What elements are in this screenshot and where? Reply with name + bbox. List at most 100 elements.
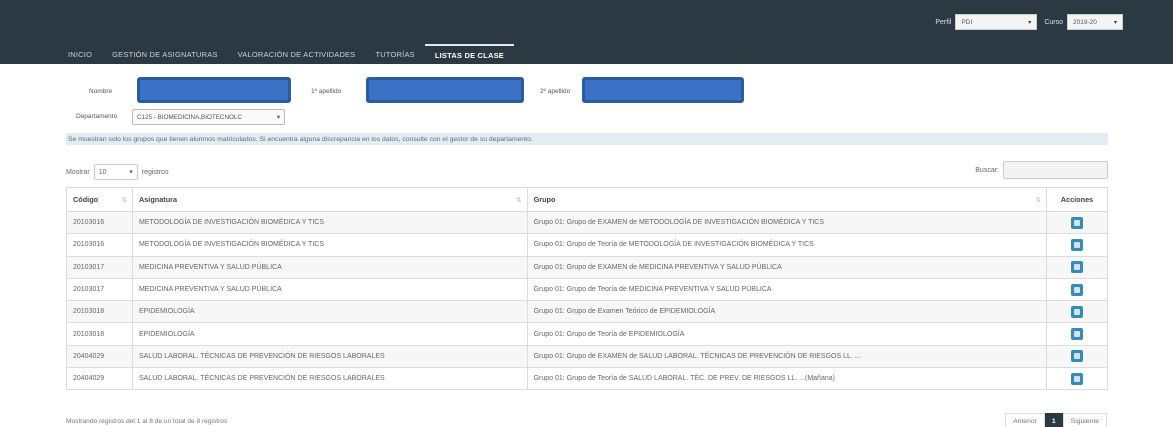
page-length-control: Mostrar 10 ▾ registros bbox=[66, 164, 169, 180]
list-icon[interactable] bbox=[1071, 328, 1083, 341]
cell-acciones bbox=[1046, 300, 1108, 324]
list-icon[interactable] bbox=[1071, 283, 1083, 296]
column-header-label: Código bbox=[73, 195, 99, 204]
sort-icon: ⇅ bbox=[121, 197, 127, 204]
page-length-select[interactable]: 10 ▾ bbox=[93, 164, 138, 180]
chevron-down-icon: ▾ bbox=[1028, 19, 1032, 26]
table-row: 20103016 METODOLOGÍA DE INVESTIGACIÓN BI… bbox=[66, 233, 1108, 257]
search-label: Buscar: bbox=[975, 166, 999, 174]
cell-grupo: Grupo 01: Grupo de Teoría de METODOLOGÍA… bbox=[526, 233, 1048, 257]
apellido2-input[interactable] bbox=[583, 78, 743, 102]
list-icon[interactable] bbox=[1071, 372, 1083, 385]
curso-label: Curso bbox=[1044, 18, 1063, 26]
cell-acciones bbox=[1046, 233, 1108, 257]
cell-grupo: Grupo 01: Grupo de Examen Teórico de EPI… bbox=[526, 300, 1048, 324]
cell-grupo: Grupo 01: Grupo de EXAMEN de METODOLOGÍA… bbox=[526, 210, 1048, 235]
tab-gestion-asignaturas[interactable]: GESTIÓN DE ASIGNATURAS bbox=[102, 44, 228, 64]
cell-codigo: 20103017 bbox=[66, 255, 133, 279]
mostrar-label: Mostrar bbox=[66, 168, 90, 176]
cell-codigo: 20103018 bbox=[66, 300, 133, 324]
cell-acciones bbox=[1046, 367, 1108, 391]
apellido2-label: 2º apellido bbox=[540, 88, 571, 95]
cell-asignatura: MEDICINA PREVENTIVA Y SALUD PÚBLICA bbox=[131, 255, 528, 279]
table-header-row: Código ⇅ Asignatura ⇅ Grupo ⇅ Acciones bbox=[66, 187, 1108, 212]
departamento-label: Departamento bbox=[76, 113, 118, 120]
cell-grupo: Grupo 01: Grupo de Teoría de SALUD LABOR… bbox=[526, 367, 1048, 391]
table-row: 20103017 MEDICINA PREVENTIVA Y SALUD PÚB… bbox=[66, 255, 1108, 279]
main-nav: INICIO GESTIÓN DE ASIGNATURAS VALORACIÓN… bbox=[58, 44, 514, 64]
cell-grupo: Grupo 01: Grupo de EXAMEN de MEDICINA PR… bbox=[526, 255, 1048, 279]
cell-codigo: 20404029 bbox=[66, 367, 133, 391]
cell-asignatura: METODOLOGÍA DE INVESTIGACIÓN BIOMÉDICA Y… bbox=[131, 210, 528, 235]
cell-asignatura: EPIDEMIOLOGÍA bbox=[131, 322, 528, 346]
pagination: Anterior 1 Siguiente bbox=[1005, 413, 1107, 427]
class-list-table: Código ⇅ Asignatura ⇅ Grupo ⇅ Acciones 2010… bbox=[66, 187, 1108, 391]
apellido1-input[interactable] bbox=[367, 78, 523, 102]
cell-acciones bbox=[1046, 277, 1108, 302]
tab-inicio[interactable]: INICIO bbox=[58, 44, 102, 64]
table-row: 20103017 MEDICINA PREVENTIVA Y SALUD PÚB… bbox=[66, 277, 1108, 302]
nombre-input[interactable] bbox=[138, 78, 290, 102]
column-header-label: Acciones bbox=[1060, 195, 1094, 204]
sort-icon: ⇅ bbox=[516, 197, 522, 204]
tab-tutorias[interactable]: TUTORÍAS bbox=[365, 44, 424, 64]
cell-asignatura: MEDICINA PREVENTIVA Y SALUD PÚBLICA bbox=[131, 277, 528, 302]
cell-asignatura: EPIDEMIOLOGÍA bbox=[131, 300, 528, 324]
table-row: 20103016 METODOLOGÍA DE INVESTIGACIÓN BI… bbox=[66, 210, 1108, 235]
departamento-select[interactable]: C125 - BIOMEDICINA,BIOTECNOLC ▾ bbox=[132, 109, 285, 125]
list-icon[interactable] bbox=[1071, 305, 1083, 318]
curso-select[interactable]: 2019-20 ▾ bbox=[1067, 14, 1123, 30]
list-icon[interactable] bbox=[1071, 350, 1083, 363]
next-page-button[interactable]: Siguiente bbox=[1062, 413, 1107, 427]
sort-icon: ⇅ bbox=[1035, 197, 1041, 204]
cell-grupo: Grupo 01: Grupo de EXAMEN de SALUD LABOR… bbox=[526, 344, 1048, 369]
perfil-select[interactable]: PDI ▾ bbox=[955, 14, 1038, 30]
column-header-grupo[interactable]: Grupo ⇅ bbox=[526, 187, 1048, 212]
table-row: 20404029 SALUD LABORAL. TÉCNICAS DE PREV… bbox=[66, 344, 1108, 369]
page-1-button[interactable]: 1 bbox=[1044, 413, 1063, 427]
table-row: 20103018 EPIDEMIOLOGÍA Grupo 01: Grupo d… bbox=[66, 300, 1108, 324]
cell-codigo: 20103016 bbox=[66, 233, 133, 257]
info-notice: Se muestran solo los grupos que tienen a… bbox=[66, 133, 1108, 145]
list-icon[interactable] bbox=[1071, 261, 1083, 274]
cell-acciones bbox=[1046, 322, 1108, 346]
departamento-value: C125 - BIOMEDICINA,BIOTECNOLC bbox=[137, 113, 242, 121]
nombre-label: Nombre bbox=[89, 88, 113, 95]
prev-page-button[interactable]: Anterior bbox=[1005, 413, 1045, 427]
column-header-label: Grupo bbox=[533, 195, 556, 204]
profile-bar: Perfil PDI ▾ Curso 2019-20 ▾ bbox=[935, 14, 1123, 30]
perfil-label: Perfil bbox=[935, 18, 952, 26]
column-header-acciones: Acciones bbox=[1046, 187, 1108, 212]
cell-acciones bbox=[1046, 210, 1108, 235]
table-info: Mostrando registros del 1 al 8 de un tot… bbox=[66, 418, 228, 425]
perfil-value: PDI bbox=[961, 18, 973, 26]
cell-grupo: Grupo 01: Grupo de Teoría de MEDICINA PR… bbox=[526, 277, 1048, 302]
column-header-codigo[interactable]: Código ⇅ bbox=[66, 187, 133, 212]
cell-codigo: 20404029 bbox=[66, 344, 133, 369]
page-length-value: 10 bbox=[98, 168, 107, 176]
search-input[interactable] bbox=[1003, 161, 1108, 179]
apellido1-label: 1º apellido bbox=[311, 88, 342, 95]
cell-codigo: 20103018 bbox=[66, 322, 133, 346]
cell-acciones bbox=[1046, 255, 1108, 279]
chevron-down-icon: ▾ bbox=[129, 169, 133, 176]
table-row: 20103018 EPIDEMIOLOGÍA Grupo 01: Grupo d… bbox=[66, 322, 1108, 346]
tab-valoracion-actividades[interactable]: VALORACIÓN DE ACTIVIDADES bbox=[228, 44, 366, 64]
curso-value: 2019-20 bbox=[1073, 18, 1097, 26]
chevron-down-icon: ▾ bbox=[1113, 19, 1117, 26]
list-icon[interactable] bbox=[1071, 238, 1083, 251]
search-control: Buscar: bbox=[975, 161, 1108, 179]
tab-listas-clase[interactable]: LISTAS DE CLASE bbox=[424, 44, 514, 64]
cell-asignatura: SALUD LABORAL. TÉCNICAS DE PREVENCIÓN DE… bbox=[131, 367, 528, 391]
app-header: Perfil PDI ▾ Curso 2019-20 ▾ INICIO GEST… bbox=[0, 0, 1173, 64]
chevron-down-icon: ▾ bbox=[276, 113, 280, 121]
cell-codigo: 20103016 bbox=[66, 210, 133, 235]
cell-asignatura: SALUD LABORAL. TÉCNICAS DE PREVENCIÓN DE… bbox=[131, 344, 528, 369]
column-header-asignatura[interactable]: Asignatura ⇅ bbox=[131, 187, 528, 212]
registros-label: registros bbox=[141, 168, 169, 176]
table-row: 20404029 SALUD LABORAL. TÉCNICAS DE PREV… bbox=[66, 367, 1108, 391]
cell-codigo: 20103017 bbox=[66, 277, 133, 302]
list-icon[interactable] bbox=[1071, 216, 1083, 229]
cell-grupo: Grupo 01: Grupo de Teoría de EPIDEMIOLOG… bbox=[526, 322, 1048, 346]
cell-acciones bbox=[1046, 344, 1108, 369]
